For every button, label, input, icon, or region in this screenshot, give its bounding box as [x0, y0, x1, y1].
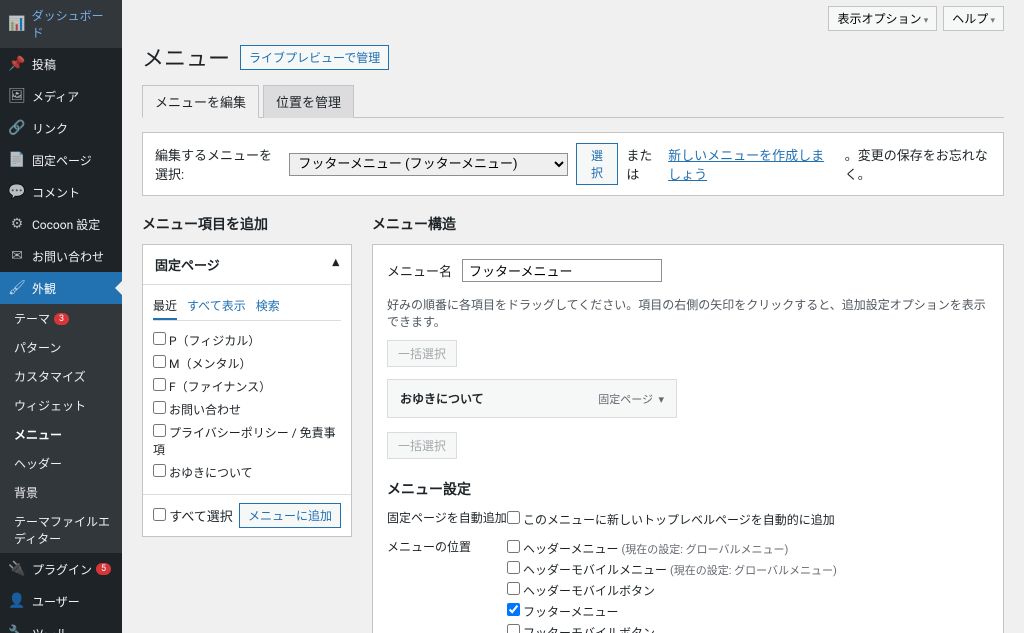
- selector-or: または: [626, 145, 660, 183]
- location-checkbox[interactable]: ヘッダーモバイルメニュー (現在の設定: グローバルメニュー): [507, 559, 837, 580]
- sidebar-item-7[interactable]: ✉お問い合わせ: [0, 240, 122, 272]
- page-title: メニュー: [142, 41, 230, 73]
- sidebar-sub-item[interactable]: ヘッダー: [0, 449, 122, 478]
- auto-add-checkbox[interactable]: このメニューに新しいトップレベルページを自動的に追加: [507, 509, 835, 530]
- sidebar-icon: 🔧: [8, 624, 26, 633]
- sidebar-icon: 🖼: [8, 87, 26, 105]
- pages-panel-title: 固定ページ: [155, 255, 220, 274]
- tab-all[interactable]: すべて表示: [187, 293, 246, 320]
- live-preview-button[interactable]: ライブプレビューで管理: [240, 45, 389, 70]
- sidebar-item-4[interactable]: 📄固定ページ: [0, 144, 122, 176]
- nav-tabs: メニューを編集 位置を管理: [142, 85, 1004, 118]
- sidebar-item-0[interactable]: 📊ダッシュボード: [0, 0, 122, 48]
- sidebar-icon: 📄: [8, 151, 26, 169]
- tab-recent[interactable]: 最近: [153, 293, 177, 320]
- sidebar-icon: ⚙: [8, 215, 26, 233]
- location-label: メニューの位置: [387, 538, 507, 633]
- sidebar-sub-item[interactable]: ウィジェット: [0, 391, 122, 420]
- tab-manage-locations[interactable]: 位置を管理: [263, 85, 354, 118]
- sidebar-sub-item[interactable]: 背景: [0, 478, 122, 507]
- bulk-select-bottom[interactable]: 一括選択: [387, 432, 457, 459]
- sidebar-item-3[interactable]: 🔗リンク: [0, 112, 122, 144]
- main-content: 表示オプション ヘルプ メニュー ライブプレビューで管理 メニューを編集 位置を…: [122, 0, 1024, 633]
- selector-note: 。変更の保存をお忘れなく。: [845, 145, 991, 183]
- tab-edit-menus[interactable]: メニューを編集: [142, 85, 259, 118]
- structure-description: 好みの順番に各項目をドラッグしてください。項目の右側の矢印をクリックすると、追加…: [387, 296, 989, 330]
- pages-accordion-header[interactable]: 固定ページ ▴: [143, 245, 351, 285]
- menu-structure-frame: メニュー名 好みの順番に各項目をドラッグしてください。項目の右側の矢印をクリック…: [372, 244, 1004, 633]
- add-items-title: メニュー項目を追加: [142, 214, 352, 234]
- tab-search[interactable]: 検索: [256, 293, 280, 320]
- add-to-menu-button[interactable]: メニューに追加: [239, 503, 341, 528]
- sidebar-sub-item[interactable]: テーマファイルエディター: [0, 507, 122, 553]
- menu-item-type: 固定ページ ▾: [598, 391, 664, 407]
- location-checkbox[interactable]: ヘッダーモバイルボタン: [507, 580, 837, 601]
- sidebar-icon: 📊: [8, 15, 26, 33]
- sidebar-item-2[interactable]: 🖼メディア: [0, 80, 122, 112]
- sidebar-icon: 👤: [8, 592, 26, 610]
- sidebar-item-11[interactable]: 🔧ツール: [0, 617, 122, 633]
- page-checkbox[interactable]: M（メンタル）: [153, 352, 341, 375]
- sidebar-sub-item[interactable]: メニュー: [0, 420, 122, 449]
- sidebar-item-9[interactable]: 🔌プラグイン5: [0, 553, 122, 585]
- menu-name-label: メニュー名: [387, 261, 452, 280]
- sidebar-item-1[interactable]: 📌投稿: [0, 48, 122, 80]
- sidebar-item-5[interactable]: 💬コメント: [0, 176, 122, 208]
- sidebar-icon: 💬: [8, 183, 26, 201]
- page-checkbox[interactable]: おゆきについて: [153, 461, 341, 484]
- auto-add-label: 固定ページを自動追加: [387, 509, 507, 530]
- location-checkbox[interactable]: ヘッダーメニュー (現在の設定: グローバルメニュー): [507, 538, 837, 559]
- bulk-select-top[interactable]: 一括選択: [387, 340, 457, 367]
- location-checkbox[interactable]: フッターメニュー: [507, 601, 837, 622]
- page-checkbox[interactable]: お問い合わせ: [153, 398, 341, 421]
- sidebar-icon: 🖌: [8, 279, 26, 297]
- sidebar-sub-item[interactable]: パターン: [0, 333, 122, 362]
- sidebar-item-10[interactable]: 👤ユーザー: [0, 585, 122, 617]
- admin-sidebar: 📊ダッシュボード📌投稿🖼メディア🔗リンク📄固定ページ💬コメント⚙Cocoon 設…: [0, 0, 122, 633]
- sidebar-icon: 🔗: [8, 119, 26, 137]
- sidebar-icon: 🔌: [8, 560, 26, 578]
- menu-selector-box: 編集するメニューを選択: フッターメニュー (フッターメニュー) 選択 または …: [142, 132, 1004, 196]
- sidebar-icon: ✉: [8, 247, 26, 265]
- page-checkbox[interactable]: プライバシーポリシー / 免責事項: [153, 421, 341, 461]
- menu-item[interactable]: おゆきについて 固定ページ ▾: [387, 379, 677, 418]
- help-button[interactable]: ヘルプ: [943, 6, 1004, 31]
- menu-select[interactable]: フッターメニュー (フッターメニュー): [289, 153, 567, 176]
- menu-name-input[interactable]: [462, 259, 662, 282]
- sidebar-sub-item[interactable]: カスタマイズ: [0, 362, 122, 391]
- select-all-checkbox[interactable]: すべて選択: [153, 506, 233, 525]
- sidebar-icon: 📌: [8, 55, 26, 73]
- selector-label: 編集するメニューを選択:: [155, 145, 281, 183]
- structure-title: メニュー構造: [372, 214, 1004, 234]
- sidebar-item-8[interactable]: 🖌外観: [0, 272, 122, 304]
- create-menu-link[interactable]: 新しいメニューを作成しましょう: [668, 145, 837, 183]
- screen-options-button[interactable]: 表示オプション: [828, 6, 937, 31]
- select-menu-button[interactable]: 選択: [576, 143, 619, 185]
- location-checkbox[interactable]: フッターモバイルボタン: [507, 622, 837, 633]
- chevron-up-icon: ▴: [332, 255, 339, 274]
- pages-accordion: 固定ページ ▴ 最近 すべて表示 検索 P（フィジカル） M（メンタル） F（フ…: [142, 244, 352, 537]
- page-checkbox[interactable]: F（ファイナンス）: [153, 375, 341, 398]
- page-checkbox[interactable]: P（フィジカル）: [153, 329, 341, 352]
- menu-item-label: おゆきについて: [400, 390, 484, 407]
- sidebar-sub-item[interactable]: テーマ 3: [0, 304, 122, 333]
- menu-settings-title: メニュー設定: [387, 479, 989, 499]
- sidebar-item-6[interactable]: ⚙Cocoon 設定: [0, 208, 122, 240]
